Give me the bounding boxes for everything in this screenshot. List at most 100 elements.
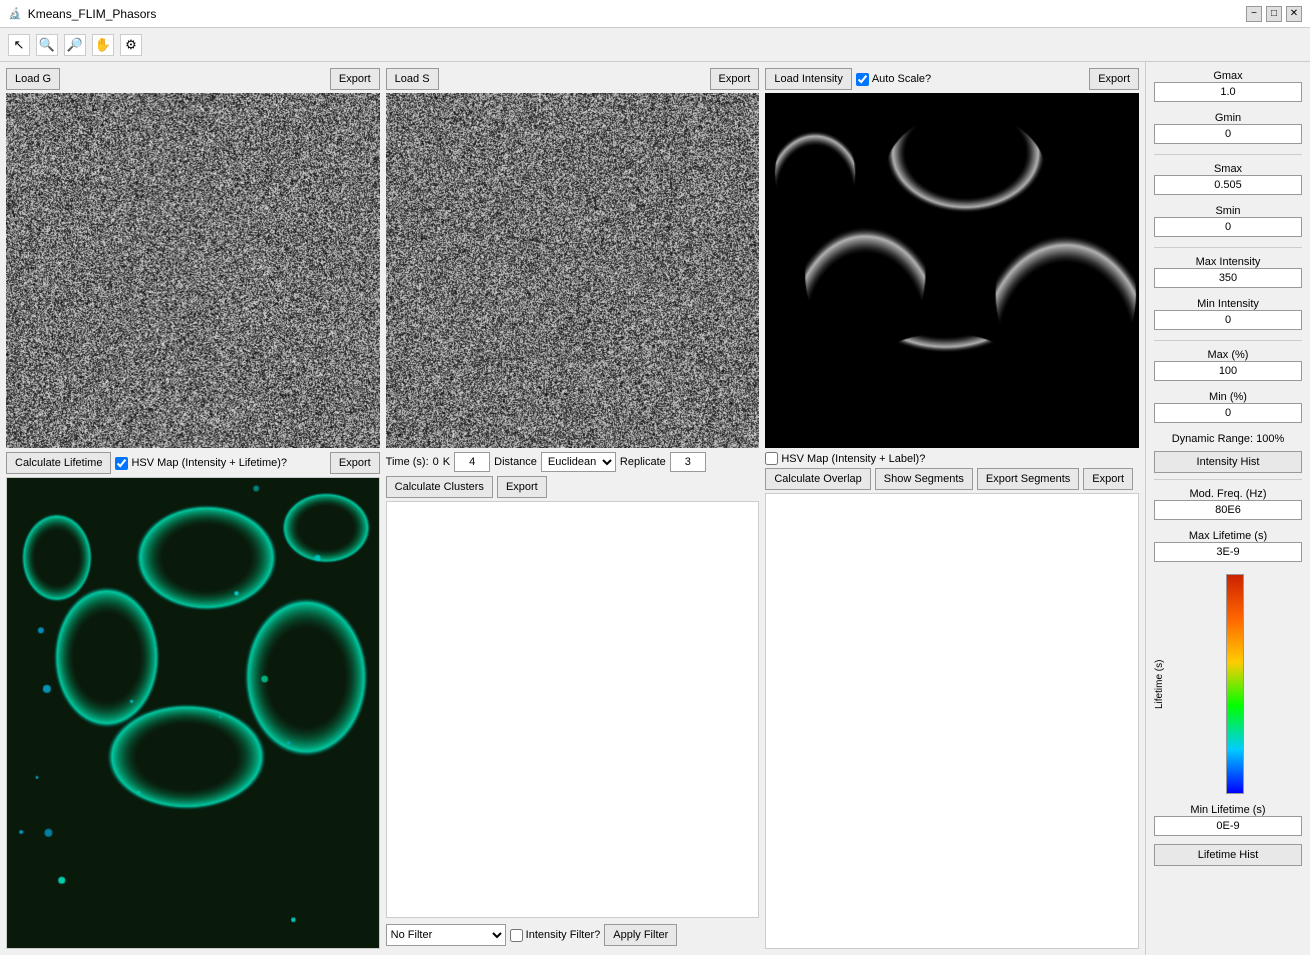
smax-section: Smax	[1154, 161, 1302, 195]
title-bar-left: 🔬 Kmeans_FLIM_Phasors	[8, 7, 156, 21]
toolbar: ↖ 🔍 🔎 ✋ ⚙	[0, 28, 1310, 62]
export-intensity-button[interactable]: Export	[1089, 68, 1139, 90]
divider-4	[1154, 479, 1302, 480]
right-sidebar: Gmax Gmin Smax Smin Max Intensity Min In…	[1145, 62, 1310, 955]
calculate-clusters-button[interactable]: Calculate Clusters	[386, 476, 493, 498]
max-intensity-input[interactable]	[1154, 268, 1302, 288]
s-panel: Load S Export	[386, 68, 760, 448]
smax-label: Smax	[1154, 163, 1302, 175]
show-segments-button[interactable]: Show Segments	[875, 468, 973, 490]
intensity-filter-checkbox[interactable]	[510, 929, 523, 942]
bottom-image-row: Calculate Lifetime HSV Map (Intensity + …	[6, 452, 1139, 949]
lifetime-axis-label: Lifetime (s)	[1154, 574, 1165, 794]
hsv-panel-controls: Calculate Lifetime HSV Map (Intensity + …	[6, 452, 380, 474]
s-panel-header: Load S Export	[386, 68, 760, 90]
calculate-lifetime-button[interactable]: Calculate Lifetime	[6, 452, 111, 474]
export-hsv-button[interactable]: Export	[330, 452, 380, 474]
mod-freq-input[interactable]	[1154, 500, 1302, 520]
load-g-button[interactable]: Load G	[6, 68, 60, 90]
window-controls[interactable]: − □ ✕	[1246, 6, 1302, 22]
export-segment-panel-button[interactable]: Export	[1083, 468, 1133, 490]
intensity-panel: Load Intensity Auto Scale? Export	[765, 68, 1139, 448]
s-canvas	[386, 93, 760, 448]
gmin-section: Gmin	[1154, 110, 1302, 144]
segment-hsv-checkbox-label[interactable]: HSV Map (Intensity + Label)?	[765, 452, 925, 465]
k-input[interactable]	[454, 452, 490, 472]
export-g-button[interactable]: Export	[330, 68, 380, 90]
main-content: Load G Export Load S Export	[0, 62, 1310, 955]
hsv-canvas	[7, 478, 379, 948]
min-intensity-label: Min Intensity	[1154, 298, 1302, 310]
gmax-section: Gmax	[1154, 68, 1302, 102]
max-pct-label: Max (%)	[1154, 349, 1302, 361]
segment-image-area	[765, 493, 1139, 949]
mod-freq-section: Mod. Freq. (Hz)	[1154, 486, 1302, 520]
smin-input[interactable]	[1154, 217, 1302, 237]
load-intensity-button[interactable]: Load Intensity	[765, 68, 852, 90]
pan-icon[interactable]: ✋	[92, 34, 114, 56]
maximize-button[interactable]: □	[1266, 6, 1282, 22]
filter-select[interactable]: No Filter	[386, 924, 506, 946]
s-image-canvas	[386, 93, 760, 448]
intensity-filter-label[interactable]: Intensity Filter?	[510, 929, 601, 942]
divider-2	[1154, 247, 1302, 248]
cluster-image-area	[386, 501, 760, 918]
zoom-in-icon[interactable]: 🔍	[36, 34, 58, 56]
min-pct-label: Min (%)	[1154, 391, 1302, 403]
min-lifetime-input[interactable]	[1154, 816, 1302, 836]
max-pct-section: Max (%)	[1154, 347, 1302, 381]
calculate-overlap-button[interactable]: Calculate Overlap	[765, 468, 870, 490]
smin-section: Smin	[1154, 203, 1302, 237]
hsv-panel: Calculate Lifetime HSV Map (Intensity + …	[6, 452, 380, 949]
load-s-button[interactable]: Load S	[386, 68, 439, 90]
max-intensity-label: Max Intensity	[1154, 256, 1302, 268]
settings-icon[interactable]: ⚙	[120, 34, 142, 56]
segment-hsv-checkbox[interactable]	[765, 452, 778, 465]
hsv-checkbox-label[interactable]: HSV Map (Intensity + Lifetime)?	[115, 457, 287, 470]
apply-filter-button[interactable]: Apply Filter	[604, 924, 677, 946]
cluster-panel-controls: Time (s): 0 K Distance Euclidean Replica…	[386, 452, 760, 498]
minimize-button[interactable]: −	[1246, 6, 1262, 22]
lifetime-hist-button[interactable]: Lifetime Hist	[1154, 844, 1302, 866]
title-bar: 🔬 Kmeans_FLIM_Phasors − □ ✕	[0, 0, 1310, 28]
segment-panel-controls: HSV Map (Intensity + Label)?	[765, 452, 1139, 465]
auto-scale-checkbox[interactable]	[856, 73, 869, 86]
top-image-row: Load G Export Load S Export	[6, 68, 1139, 448]
intensity-hist-button[interactable]: Intensity Hist	[1154, 451, 1302, 473]
divider-1	[1154, 154, 1302, 155]
min-intensity-input[interactable]	[1154, 310, 1302, 330]
window-title: Kmeans_FLIM_Phasors	[28, 7, 157, 21]
gmin-input[interactable]	[1154, 124, 1302, 144]
hsv-checkbox[interactable]	[115, 457, 128, 470]
min-pct-input[interactable]	[1154, 403, 1302, 423]
g-panel-header: Load G Export	[6, 68, 380, 90]
replicate-input[interactable]	[670, 452, 706, 472]
gmin-label: Gmin	[1154, 112, 1302, 124]
g-panel: Load G Export	[6, 68, 380, 448]
smax-input[interactable]	[1154, 175, 1302, 195]
dynamic-range-label: Dynamic Range: 100%	[1154, 433, 1302, 445]
cursor-icon[interactable]: ↖	[8, 34, 30, 56]
export-s-button[interactable]: Export	[710, 68, 760, 90]
max-pct-input[interactable]	[1154, 361, 1302, 381]
g-image-canvas	[6, 93, 380, 448]
left-panel: Load G Export Load S Export	[0, 62, 1145, 955]
app-icon: 🔬	[8, 7, 22, 20]
hsv-image-area	[6, 477, 380, 949]
k-label: K	[443, 456, 450, 468]
distance-label: Distance	[494, 456, 537, 468]
max-lifetime-input[interactable]	[1154, 542, 1302, 562]
hsv-checkbox-text: HSV Map (Intensity + Lifetime)?	[131, 457, 287, 469]
export-segments-button[interactable]: Export Segments	[977, 468, 1079, 490]
max-intensity-section: Max Intensity	[1154, 254, 1302, 288]
cluster-panel: Time (s): 0 K Distance Euclidean Replica…	[386, 452, 760, 949]
close-button[interactable]: ✕	[1286, 6, 1302, 22]
zoom-out-icon[interactable]: 🔎	[64, 34, 86, 56]
auto-scale-label[interactable]: Auto Scale?	[856, 73, 931, 86]
time-label: Time (s):	[386, 456, 429, 468]
export-clusters-button[interactable]: Export	[497, 476, 547, 498]
distance-select[interactable]: Euclidean	[541, 452, 616, 472]
g-canvas	[6, 93, 380, 448]
gmax-input[interactable]	[1154, 82, 1302, 102]
max-lifetime-label: Max Lifetime (s)	[1154, 530, 1302, 542]
